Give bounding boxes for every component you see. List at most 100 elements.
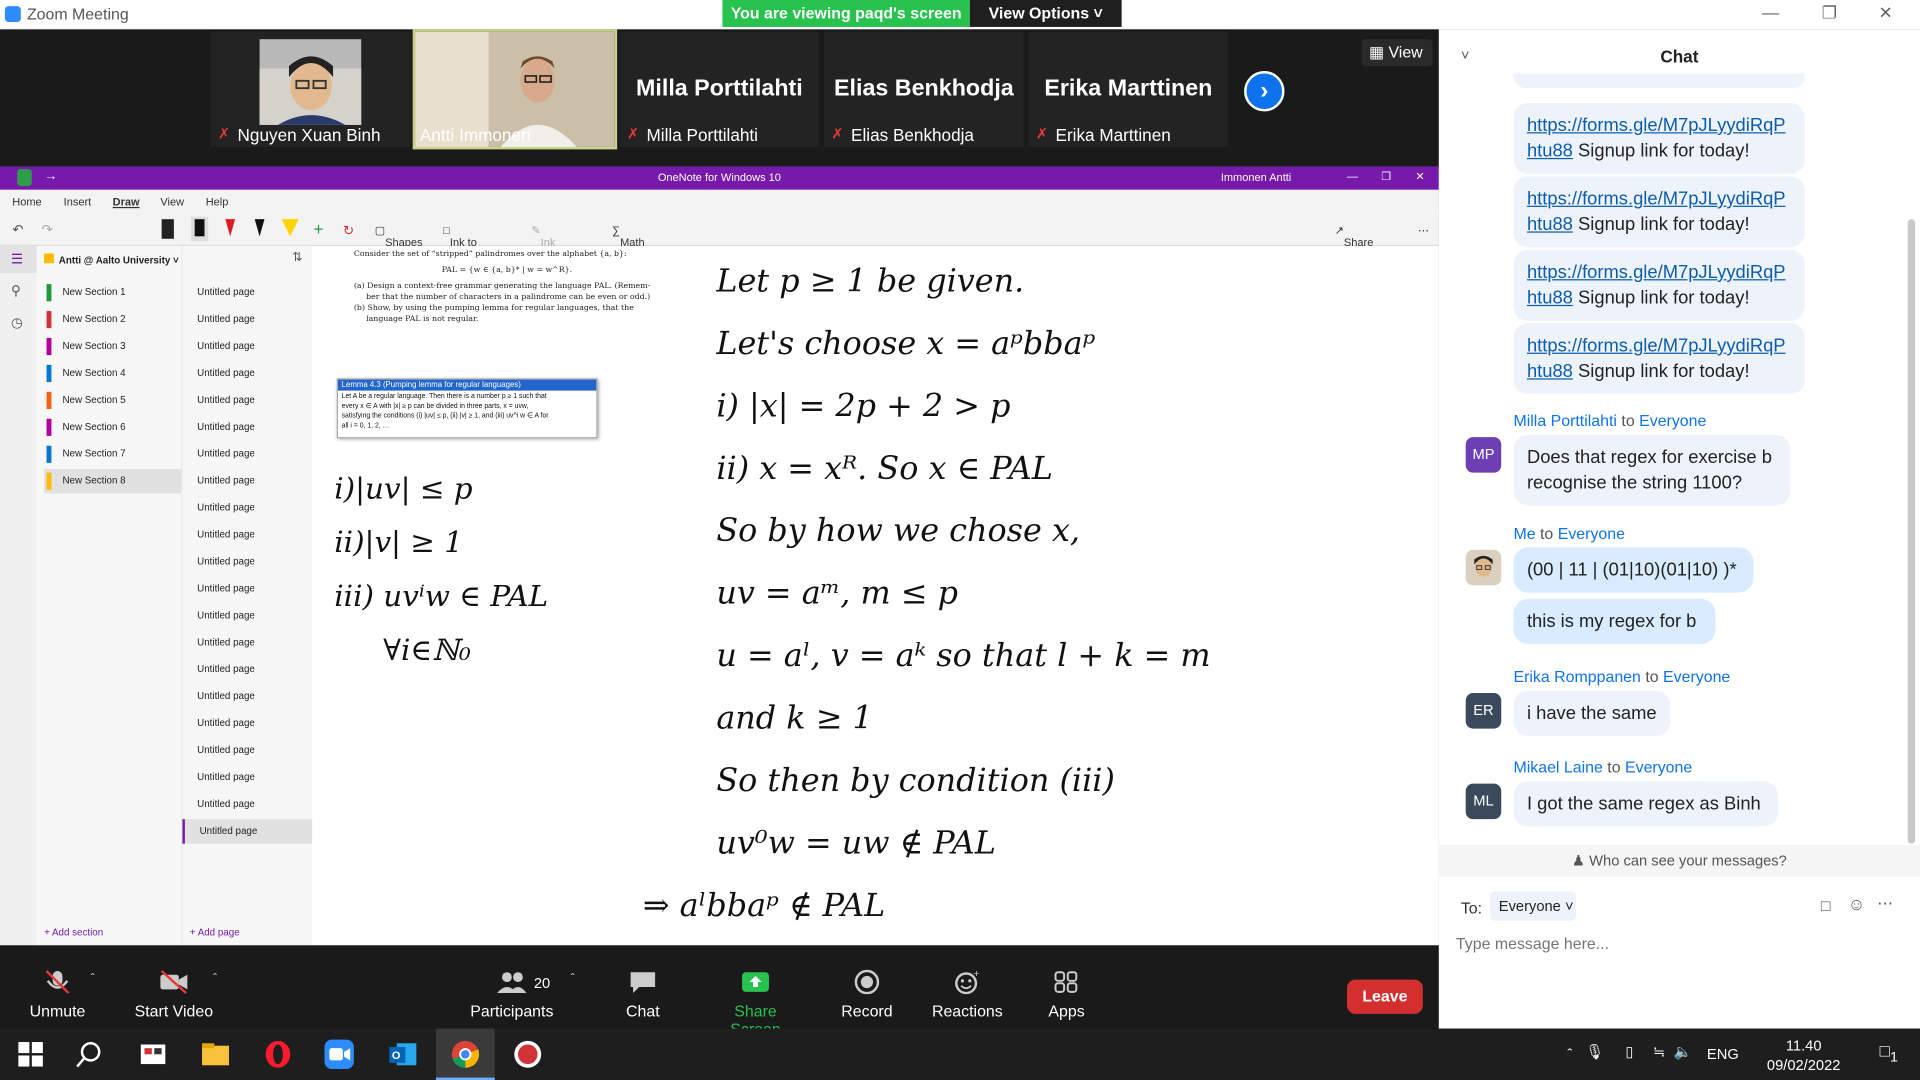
tab-view[interactable]: View [160,196,184,208]
video-tile-nguyen[interactable]: ✗ Nguyen Xuan Binh [210,31,411,147]
taskbar-active-app[interactable] [435,1028,495,1080]
add-page-button[interactable]: + Add page [190,927,240,938]
page-item[interactable]: Untitled page [182,307,312,331]
app-icon[interactable] [512,1038,544,1070]
tab-home[interactable]: Home [12,196,41,208]
page-item[interactable]: Untitled page [182,792,312,816]
page-item[interactable]: Untitled page [182,334,312,358]
notifications-icon[interactable]: □1 [1880,1041,1898,1065]
math-tool[interactable]: ∑ Math [612,224,644,248]
recent-icon[interactable]: ◷ [11,315,23,331]
page-item[interactable]: Untitled page [182,388,312,412]
pen-tools[interactable]: ↶ ↷ + ↻ [0,212,367,246]
message-input[interactable] [1455,928,1897,958]
sender-name[interactable]: Mikael Laine [1513,758,1602,776]
page-item[interactable]: Untitled page [182,658,312,682]
microphone-icon[interactable]: 🎙 [1585,1043,1604,1060]
task-view-icon[interactable] [137,1038,169,1070]
clock[interactable]: 11.40 09/02/2022 [1761,1036,1847,1075]
more-icon[interactable]: ⋯ [1877,894,1893,914]
search-icon[interactable] [73,1038,105,1070]
page-item[interactable]: Untitled page [182,738,312,762]
page-item[interactable]: Untitled page [182,711,312,735]
close-icon[interactable]: ✕ [1416,170,1425,183]
ink-to-text-tool[interactable]: ✎ Ink to Text [531,224,560,273]
who-can-see-link[interactable]: ♟ Who can see your messages? [1438,844,1920,877]
reactions-button[interactable]: + Reactions [931,970,1004,1020]
file-explorer-icon[interactable] [200,1038,232,1070]
section-item[interactable]: New Section 2 [44,307,181,331]
video-tile-antti[interactable]: Antti Immonen [412,29,618,150]
view-button[interactable]: ▦ View [1361,39,1433,67]
start-video-button[interactable]: Start Video [132,970,215,1020]
page-item[interactable]: Untitled page [182,604,312,628]
section-item[interactable]: New Section 6 [44,415,181,439]
opera-icon[interactable] [262,1038,294,1070]
language-indicator[interactable]: ENG [1707,1046,1739,1063]
page-item[interactable]: Untitled page [182,819,313,844]
view-options-button[interactable]: View Options ˅ [969,0,1122,27]
section-item[interactable]: New Section 1 [44,280,181,304]
tab-draw[interactable]: Draw [113,196,140,208]
video-tile-erika[interactable]: Erika Marttinen ✗ Erika Marttinen [1028,31,1229,147]
section-item[interactable]: New Section 8 [44,468,182,494]
volume-icon[interactable]: 🔈 [1674,1043,1692,1060]
unmute-button[interactable]: Unmute [22,970,93,1020]
ink-to-shape-tool[interactable]: □ Ink to Shape [443,224,482,261]
minimize-icon[interactable]: — [1758,2,1782,22]
leave-button[interactable]: Leave [1346,979,1423,1014]
outlook-icon[interactable]: O [387,1038,419,1070]
search-icon[interactable]: ⚲ [11,283,21,299]
zoom-app-icon[interactable] [323,1038,355,1070]
restore-icon[interactable]: ❐ [1817,2,1841,23]
notebooks-icon[interactable]: ☰ [0,246,37,274]
page-item[interactable]: Untitled page [182,684,312,708]
add-section-button[interactable]: + Add section [44,927,103,938]
chevron-up-icon[interactable]: ˆ [1567,1046,1572,1063]
page-item[interactable]: Untitled page [182,496,312,520]
chevron-up-icon[interactable]: ˆ [213,972,217,985]
sort-icon[interactable]: ⇅ [292,251,302,264]
tab-help[interactable]: Help [206,196,229,208]
page-item[interactable]: Untitled page [182,442,312,466]
wifi-icon[interactable]: ≒ [1653,1043,1665,1060]
page-item[interactable]: Untitled page [182,415,312,439]
sender-name[interactable]: Me [1513,524,1535,542]
close-icon[interactable]: ✕ [1873,2,1897,23]
record-button[interactable]: Record [840,969,894,1020]
video-tile-elias[interactable]: Elias Benkhodja ✗ Elias Benkhodja [824,31,1024,147]
share-button[interactable]: ↗ Share [1335,224,1374,248]
page-item[interactable]: Untitled page [182,577,312,601]
minimize-icon[interactable]: — [1347,170,1358,182]
file-icon[interactable]: □ [1821,896,1831,914]
sender-name[interactable]: Milla Porttilahti [1513,411,1617,429]
page-item[interactable]: Untitled page [182,765,312,789]
more-icon[interactable]: ⋯ [1418,224,1429,237]
tab-insert[interactable]: Insert [64,196,92,208]
page-item[interactable]: Untitled page [182,361,312,385]
next-page-arrow-icon[interactable]: › [1244,71,1285,112]
notebook-name[interactable]: Antti @ Aalto University ˅ [44,253,179,266]
video-tile-milla[interactable]: Milla Porttilahti ✗ Milla Porttilahti [619,31,820,147]
shapes-tool[interactable]: ▢ Shapes [375,224,423,248]
battery-icon[interactable]: ▯ [1625,1043,1633,1060]
section-item[interactable]: New Section 5 [44,388,181,412]
chat-button[interactable]: Chat [618,970,667,1020]
emoji-icon[interactable]: ☺ [1848,894,1866,914]
recipient-select[interactable]: Everyone ˅ [1490,891,1576,921]
sender-name[interactable]: Erika Romppanen [1513,667,1640,685]
note-canvas[interactable]: Consider the set of “stripped” palindrom… [312,246,1439,946]
page-item[interactable]: Untitled page [182,523,312,547]
section-item[interactable]: New Section 4 [44,361,181,385]
apps-button[interactable]: Apps [1044,970,1088,1020]
page-item[interactable]: Untitled page [182,550,312,574]
section-item[interactable]: New Section 7 [44,442,181,466]
windows-start-icon[interactable] [15,1038,47,1070]
chevron-up-icon[interactable]: ˆ [91,972,95,985]
page-item[interactable]: Untitled page [182,631,312,655]
page-item[interactable]: Untitled page [182,469,312,493]
restore-icon[interactable]: ❐ [1381,170,1391,183]
section-item[interactable]: New Section 3 [44,334,181,358]
chat-scrollbar[interactable] [1907,219,1916,844]
chevron-up-icon[interactable]: ˆ [571,972,575,985]
